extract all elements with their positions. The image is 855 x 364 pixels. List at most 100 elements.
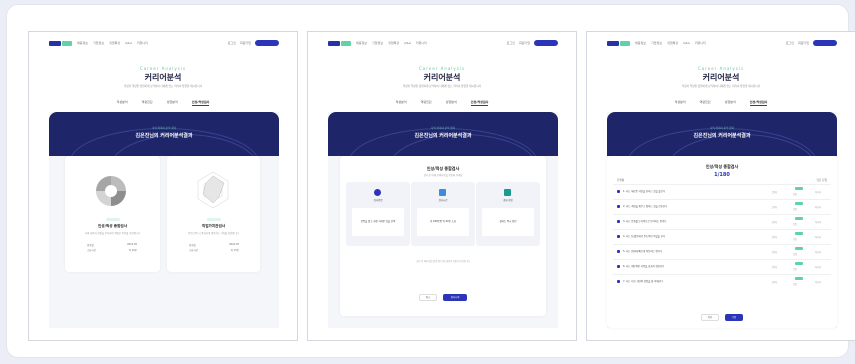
hero-subtitle: Career Analysis — [418, 66, 466, 71]
tab-personality[interactable]: 성향분석 — [167, 100, 178, 106]
hero-subtitle: Career Analysis — [697, 66, 745, 71]
page-title: 커리어분석 — [702, 73, 740, 82]
logo[interactable] — [607, 41, 630, 46]
tab-aptitude[interactable]: 적성분석 — [117, 100, 128, 106]
status-badge — [206, 218, 221, 221]
card-meta-row: 검사일 2024.05 — [189, 243, 239, 247]
tab-aptitude[interactable]: 적성분석 — [675, 100, 686, 106]
nav-item[interactable]: 커뮤니티 — [695, 40, 706, 46]
banner-title: 김은진님의 커리어분석결과 — [135, 133, 193, 139]
banner-title: 김은진님의 커리어분석결과 — [693, 133, 751, 139]
tab-test[interactable]: 인성/적성검사 — [749, 100, 768, 106]
nav-menu: 채용정보 기업정보 취업특강 Q&A 커뮤니티 — [635, 40, 706, 46]
cta-button[interactable] — [255, 40, 279, 46]
nav-actions: 로그인 회원가입 — [507, 40, 558, 46]
nav-item[interactable]: 취업특강 — [388, 40, 399, 46]
signup-link[interactable]: 회원가입 — [240, 40, 251, 46]
tab-personality[interactable]: 성향분석 — [446, 100, 457, 106]
notice-text: 검사 중 페이지를 벗어나면 진행 내용이 저장되지 않습니다 — [416, 260, 470, 263]
tab-competency[interactable]: 역량진단 — [421, 100, 432, 106]
page-title: 커리어분석 — [144, 73, 182, 82]
screenshot-test-questions[interactable]: 채용정보 기업정보 취업특강 Q&A 커뮤니티 로그인 회원가입 Career … — [586, 31, 855, 341]
status-badge — [105, 218, 120, 221]
tab-competency[interactable]: 역량진단 — [700, 100, 711, 106]
hero-subtitle: Career Analysis — [139, 66, 187, 71]
test-intro-panel: 인성/적성 종합검사 검사 전 아래 유의사항을 확인해 주세요 검사방법 문항… — [340, 156, 546, 316]
nav-item[interactable]: 커뮤니티 — [416, 40, 427, 46]
card-description: 나의 성향과 강점을 분석하여 적합한 직무를 추천합니다 — [84, 232, 141, 235]
nav-item[interactable]: Q&A — [683, 40, 690, 46]
card-title: 직업가치관검사 — [201, 224, 226, 228]
logo[interactable] — [49, 41, 72, 46]
cta-button[interactable] — [534, 40, 558, 46]
tab-bar: 적성분석 역량진단 성향분석 인성/적성검사 — [587, 100, 855, 106]
card-meta-row: 소요시간 약 15분 — [189, 249, 239, 252]
hero-description: 적성과 역량을 정밀하게 분석하여 나에게 맞는 커리어 방향을 제시합니다 — [123, 85, 203, 88]
card-meta-row: 소요시간 약 20분 — [87, 249, 137, 252]
question-row[interactable]: 2. 나는 계획을 세우고 일하는 것을 선호한다 그렇다 보통 아니다 — [613, 199, 831, 212]
nav-actions: 로그인 회원가입 — [786, 40, 837, 46]
login-link[interactable]: 로그인 — [786, 40, 794, 46]
screenshot-result-overview[interactable]: 채용정보 기업정보 취업특강 Q&A 커뮤니티 로그인 회원가입 Career … — [28, 31, 298, 341]
document-icon — [504, 189, 511, 196]
button-group: 취소 검사시작 — [340, 294, 546, 301]
question-row[interactable]: 4. 나는 팀 활동에서 주도적인 역할을 한다 그렇다 보통 아니다 — [613, 229, 831, 242]
cta-button[interactable] — [813, 40, 837, 46]
radar-chart-icon — [197, 171, 229, 209]
info-card-method: 검사방법 문항을 읽고 가장 가까운 답을 선택 — [346, 182, 410, 246]
nav-item[interactable]: 채용정보 — [356, 40, 367, 46]
question-row[interactable]: 1. 나는 새로운 사람을 만나는 것을 즐긴다 그렇다 보통 아니다 — [613, 184, 831, 197]
tab-competency[interactable]: 역량진단 — [142, 100, 153, 106]
banner-caption: 나의 커리어 분석 결과 — [431, 127, 455, 130]
tab-bar: 적성분석 역량진단 성향분석 인성/적성검사 — [29, 100, 297, 106]
nav-item[interactable]: Q&A — [125, 40, 132, 46]
top-nav: 채용정보 기업정보 취업특강 Q&A 커뮤니티 로그인 회원가입 — [29, 32, 297, 54]
page-title: 커리어분석 — [423, 73, 461, 82]
question-row[interactable]: 6. 나는 세부적인 사항을 꼼꼼히 확인한다 그렇다 보통 아니다 — [613, 259, 831, 272]
nav-item[interactable]: 채용정보 — [635, 40, 646, 46]
signup-link[interactable]: 회원가입 — [519, 40, 530, 46]
nav-actions: 로그인 회원가입 — [228, 40, 279, 46]
result-banner: 나의 커리어 분석 결과 김은진님의 커리어분석결과 — [328, 112, 558, 156]
banner-caption: 나의 커리어 분석 결과 — [152, 127, 176, 130]
signup-link[interactable]: 회원가입 — [798, 40, 809, 46]
card-meta-row: 검사일 2024.05 — [87, 243, 137, 247]
logo[interactable] — [328, 41, 351, 46]
cancel-button[interactable]: 취소 — [419, 294, 437, 301]
screenshot-test-intro[interactable]: 채용정보 기업정보 취업특강 Q&A 커뮤니티 로그인 회원가입 Career … — [307, 31, 577, 341]
button-group: 이전 다음 — [607, 314, 837, 321]
panel-title: 인성/적성 종합검사 — [426, 166, 460, 171]
tab-test[interactable]: 인성/적성검사 — [470, 100, 489, 106]
card-title: 인성/적성 종합검사 — [97, 224, 127, 228]
next-button[interactable]: 다음 — [725, 314, 743, 321]
nav-item[interactable]: 기업정보 — [93, 40, 104, 46]
tab-test[interactable]: 인성/적성검사 — [191, 100, 210, 106]
test-card-values[interactable]: 직업가치관검사 직업 선택 시 중요하게 생각하는 가치를 확인합니다 검사일 2… — [167, 156, 260, 272]
tab-aptitude[interactable]: 적성분석 — [396, 100, 407, 106]
nav-item[interactable]: 취업특강 — [109, 40, 120, 46]
question-row[interactable]: 7. 나는 다른 사람의 감정을 잘 이해한다 그렇다 보통 아니다 — [613, 274, 831, 287]
result-banner: 나의 커리어 분석 결과 김은진님의 커리어분석결과 — [49, 112, 279, 156]
progress-label: 진행률 — [617, 179, 625, 182]
banner-title: 김은진님의 커리어분석결과 — [414, 133, 472, 139]
test-card-personality[interactable]: 인성/적성 종합검사 나의 성향과 강점을 분석하여 적합한 직무를 추천합니다… — [65, 156, 160, 272]
nav-item[interactable]: 채용정보 — [77, 40, 88, 46]
tab-personality[interactable]: 성향분석 — [725, 100, 736, 106]
nav-item[interactable]: 기업정보 — [372, 40, 383, 46]
nav-item[interactable]: Q&A — [404, 40, 411, 46]
remaining-label: 남은 문항 — [816, 179, 827, 182]
hero-description: 적성과 역량을 정밀하게 분석하여 나에게 맞는 커리어 방향을 제시합니다 — [402, 85, 482, 88]
panel-description: 검사 전 아래 유의사항을 확인해 주세요 — [423, 174, 463, 177]
start-test-button[interactable]: 검사시작 — [443, 294, 467, 301]
card-description: 직업 선택 시 중요하게 생각하는 가치를 확인합니다 — [188, 232, 239, 235]
top-nav: 채용정보 기업정보 취업특강 Q&A 커뮤니티 로그인 회원가입 — [308, 32, 576, 54]
question-row[interactable]: 3. 나는 문제를 논리적으로 분석하는 편이다 그렇다 보통 아니다 — [613, 214, 831, 227]
prev-button[interactable]: 이전 — [701, 314, 719, 321]
login-link[interactable]: 로그인 — [507, 40, 515, 46]
question-row[interactable]: 5. 나는 변화에 빠르게 적응하는 편이다 그렇다 보통 아니다 — [613, 244, 831, 257]
nav-item[interactable]: 기업정보 — [651, 40, 662, 46]
nav-item[interactable]: 커뮤니티 — [137, 40, 148, 46]
login-link[interactable]: 로그인 — [228, 40, 236, 46]
nav-item[interactable]: 취업특강 — [667, 40, 678, 46]
gallery-panel: 채용정보 기업정보 취업특강 Q&A 커뮤니티 로그인 회원가입 Career … — [6, 4, 855, 358]
